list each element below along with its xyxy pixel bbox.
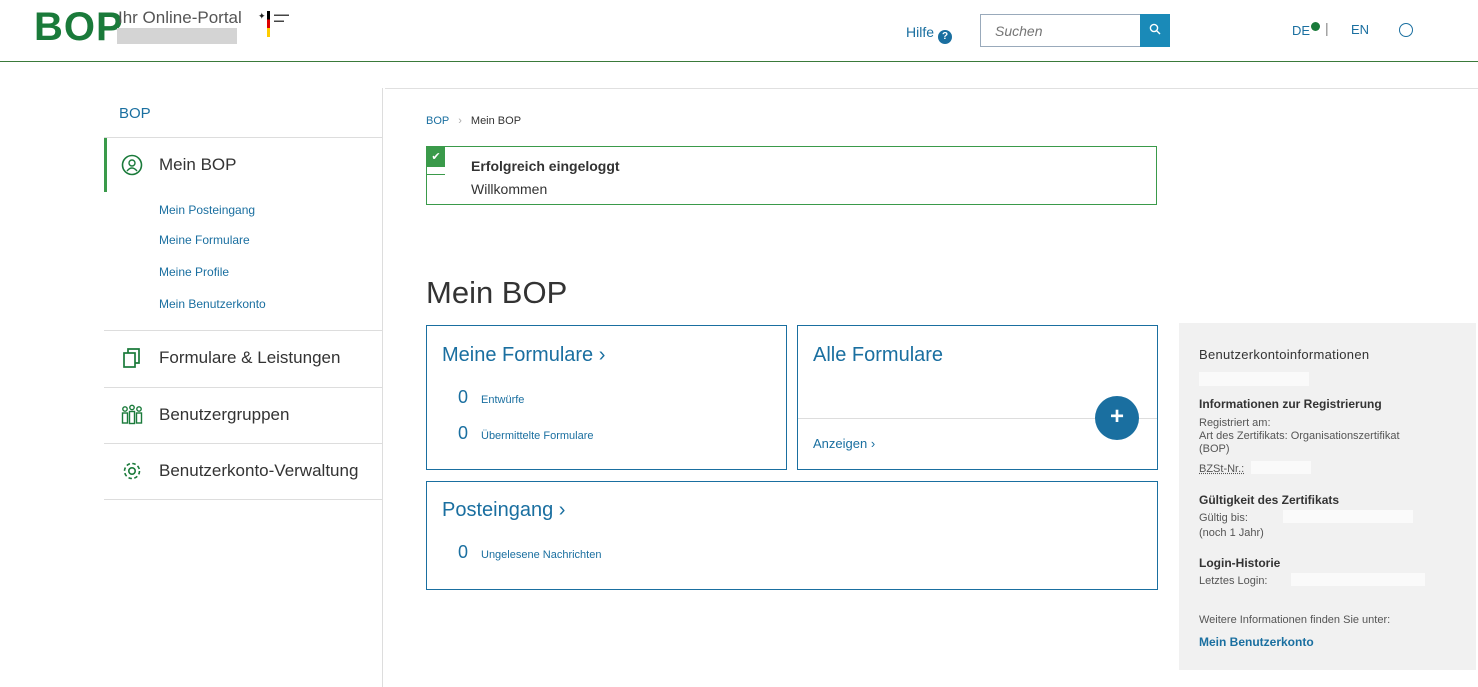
more-info-text: Weitere Informationen finden Sie unter: (1199, 614, 1391, 626)
chevron-right-icon: › (558, 499, 566, 521)
validity-title: Gültigkeit des Zertifikats (1199, 493, 1340, 507)
lang-en[interactable]: EN (1351, 22, 1369, 37)
valid-remaining: (noch 1 Jahr) (1199, 527, 1264, 539)
breadcrumb: BOP › Mein BOP (426, 115, 521, 127)
link-label: Anzeigen (813, 436, 868, 451)
drafts-count: 0 (458, 387, 469, 407)
help-label: Hilfe (906, 24, 935, 40)
sidebar-subitem-posteingang[interactable]: Mein Posteingang (159, 203, 255, 217)
alert-message: Willkommen (471, 181, 548, 197)
logo[interactable]: BOP (34, 4, 124, 50)
sidebar-subitem-benutzerkonto[interactable]: Mein Benutzerkonto (159, 297, 266, 311)
chevron-right-icon: › (870, 436, 876, 451)
posteingang-card: Posteingang › 0 Ungelesene Nachrichten (426, 481, 1158, 590)
login-history-title: Login-Historie (1199, 556, 1281, 570)
breadcrumb-current: Mein BOP (470, 115, 522, 127)
sidebar-subitem-profile[interactable]: Meine Profile (159, 265, 229, 279)
sidebar-item-label: Benutzerkonto-Verwaltung (159, 461, 359, 480)
submitted-label[interactable]: Übermittelte Formulare (481, 430, 593, 442)
last-login-label: Letztes Login: (1199, 575, 1268, 587)
user-icon[interactable] (1399, 23, 1413, 37)
posteingang-link[interactable]: Posteingang › (442, 499, 565, 522)
sidebar-title[interactable]: BOP (119, 105, 151, 122)
card-title: Alle Formulare (813, 344, 944, 366)
drafts-label[interactable]: Entwürfe (481, 394, 524, 406)
users-icon (119, 402, 145, 428)
sidebar-item-label: Mein BOP (159, 155, 237, 174)
divider (427, 174, 445, 175)
eagle-icon: ✦ (258, 11, 266, 21)
sidebar: BOP Mein BOP Mein Posteingang Meine Form… (104, 88, 383, 687)
chevron-right-icon: › (458, 115, 462, 127)
federal-eagle-logo: ✦ ▬▬▬ ▬▬ (258, 11, 318, 37)
breadcrumb-root[interactable]: BOP (426, 115, 449, 127)
check-icon (1311, 22, 1321, 31)
meine-formulare-card: Meine Formulare › 0 Entwürfe 0 Übermitte… (426, 325, 787, 470)
alert-title: Erfolgreich eingeloggt (471, 158, 620, 174)
redacted-bar (117, 28, 237, 44)
ministry-mark: ▬▬▬ ▬▬ (274, 12, 289, 24)
anzeigen-link[interactable]: Anzeigen › (813, 436, 875, 451)
header: BOP Ihr Online-Portal ✦ ▬▬▬▬▬ Hilfe? DE … (0, 0, 1478, 62)
redacted-bar (1291, 573, 1425, 586)
sidebar-item-formulare-leistungen[interactable]: Formulare & Leistungen (104, 331, 383, 385)
lang-de[interactable]: DE (1292, 22, 1321, 38)
bzst-label: BZSt-Nr.: (1199, 463, 1245, 475)
sidebar-item-benutzerkonto-verwaltung[interactable]: Benutzerkonto-Verwaltung (104, 444, 383, 498)
question-circle-icon: ? (938, 30, 953, 44)
search-button[interactable] (1140, 14, 1170, 47)
redacted-bar (1199, 372, 1309, 386)
registration-title: Informationen zur Registrierung (1199, 397, 1382, 411)
info-heading: Benutzerkontoinformationen (1199, 347, 1370, 362)
sidebar-item-label: Benutzergruppen (159, 405, 290, 424)
chevron-right-icon: › (598, 344, 606, 366)
alle-formulare-card: Alle Formulare Anzeigen › + (797, 325, 1158, 470)
registered-label: Registriert am: (1199, 417, 1271, 429)
search-box (980, 14, 1170, 47)
valid-until-label: Gültig bis: (1199, 512, 1248, 524)
meine-formulare-link[interactable]: Meine Formulare › (442, 344, 605, 367)
search-icon (1149, 23, 1161, 35)
check-icon: ✔ (427, 147, 445, 167)
mein-benutzerkonto-link[interactable]: Mein Benutzerkonto (1199, 635, 1314, 649)
sidebar-item-benutzergruppen[interactable]: Benutzergruppen (104, 388, 383, 442)
account-info-panel: Benutzerkontoinformationen Informationen… (1179, 323, 1476, 670)
cert-type-label: Art des Zertifikats: Organisationszertif… (1199, 430, 1400, 442)
unread-count: 0 (458, 542, 469, 562)
add-form-button[interactable]: + (1095, 396, 1139, 440)
unread-label[interactable]: Ungelesene Nachrichten (481, 549, 601, 561)
lang-separator: | (1325, 20, 1329, 36)
sidebar-subitem-formulare[interactable]: Meine Formulare (159, 233, 250, 247)
flag-icon (267, 11, 270, 37)
gear-icon (119, 458, 145, 484)
card-title: Meine Formulare (442, 344, 594, 366)
cert-type-suffix: (BOP) (1199, 443, 1230, 455)
portal-name: Ihr Online-Portal (118, 8, 242, 27)
divider (104, 499, 383, 500)
sidebar-item-label: Formulare & Leistungen (159, 348, 341, 367)
submitted-count: 0 (458, 423, 469, 443)
plus-icon: + (1109, 403, 1124, 430)
lang-de-label: DE (1292, 23, 1311, 38)
search-input[interactable] (981, 15, 1139, 46)
success-alert: ✔ Erfolgreich eingeloggt Willkommen (426, 146, 1157, 205)
redacted-bar (1283, 510, 1413, 523)
copy-icon (119, 345, 145, 371)
page-title: Mein BOP (426, 275, 568, 310)
sidebar-item-mein-bop[interactable]: Mein BOP (104, 138, 383, 192)
help-link[interactable]: Hilfe? (906, 24, 953, 44)
card-title: Posteingang (442, 499, 554, 521)
divider (385, 88, 1478, 89)
user-circle-icon (119, 152, 145, 178)
redacted-bar (1251, 461, 1311, 474)
